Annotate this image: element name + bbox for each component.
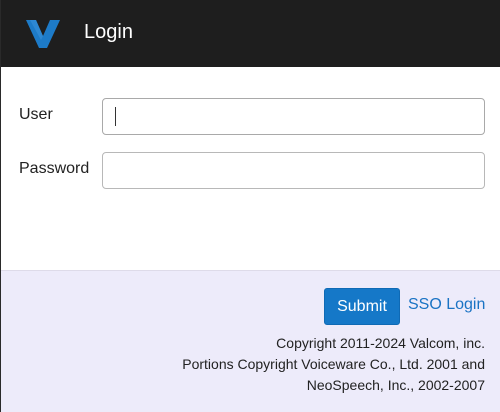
user-input[interactable] (102, 98, 485, 135)
copyright-line-3: NeoSpeech, Inc., 2002-2007 (306, 377, 485, 393)
sso-login-link[interactable]: SSO Login (408, 295, 485, 315)
submit-button[interactable]: Submit (324, 288, 400, 325)
user-label: User (19, 106, 53, 123)
copyright-line-1: Copyright 2011-2024 Valcom, inc. (276, 335, 485, 351)
header-bar: Login (1, 0, 500, 67)
password-label: Password (19, 160, 90, 177)
form-body: User Password (1, 67, 500, 270)
valcom-logo-icon (26, 20, 60, 48)
password-input[interactable] (102, 152, 485, 189)
login-dialog: Login User Password Submit SSO Login Cop… (0, 0, 500, 412)
footer-panel: Submit SSO Login Copyright 2011-2024 Val… (1, 270, 500, 412)
text-cursor (115, 107, 116, 126)
page-title: Login (84, 21, 133, 43)
copyright-line-2: Portions Copyright Voiceware Co., Ltd. 2… (182, 356, 485, 372)
